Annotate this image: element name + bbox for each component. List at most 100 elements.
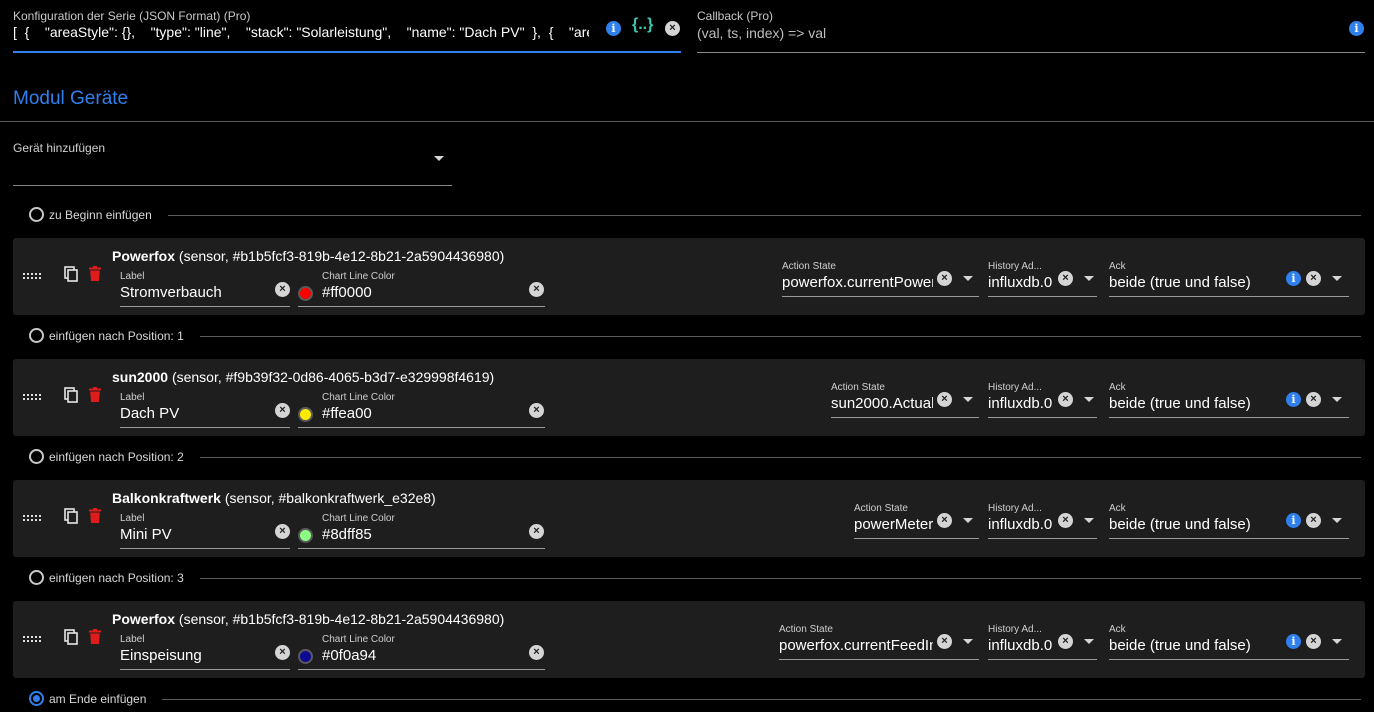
position-option[interactable]: einfügen nach Position: 2	[29, 449, 1361, 465]
position-option[interactable]: einfügen nach Position: 3	[29, 570, 1361, 586]
ack-clear-icon[interactable]: ×	[1306, 271, 1321, 286]
color-swatch[interactable]	[298, 407, 313, 422]
ack-clear-icon[interactable]: ×	[1306, 634, 1321, 649]
history-chevron-down-icon[interactable]	[1084, 518, 1094, 523]
config-info-icon[interactable]: i	[606, 21, 621, 36]
label-field[interactable]: Label Dach PV	[120, 392, 290, 428]
config-clear-icon[interactable]: ×	[665, 21, 680, 36]
position-radio[interactable]	[29, 207, 44, 222]
color-input[interactable]: #ff0000	[322, 284, 372, 301]
label-field[interactable]: Label Einspeisung	[120, 634, 290, 670]
label-clear-icon[interactable]: ×	[275, 524, 290, 539]
color-field[interactable]: Chart Line Color #0f0a94	[298, 634, 545, 670]
color-input[interactable]: #ffea00	[322, 405, 372, 422]
color-clear-icon[interactable]: ×	[529, 645, 544, 660]
color-input[interactable]: #0f0a94	[322, 647, 376, 664]
ack-clear-icon[interactable]: ×	[1306, 513, 1321, 528]
ack-chevron-down-icon[interactable]	[1332, 518, 1342, 523]
position-radio[interactable]	[29, 570, 44, 585]
ack-info-icon[interactable]: i	[1286, 634, 1301, 649]
action-state-clear-icon[interactable]: ×	[937, 392, 952, 407]
history-select[interactable]: influxdb.0	[988, 516, 1054, 533]
label-input[interactable]: Stromverbauch	[120, 284, 270, 301]
color-swatch[interactable]	[298, 286, 313, 301]
action-state-select[interactable]: sun2000.Actual	[831, 395, 933, 412]
position-option[interactable]: einfügen nach Position: 1	[29, 328, 1361, 344]
ack-clear-icon[interactable]: ×	[1306, 392, 1321, 407]
action-state-clear-icon[interactable]: ×	[937, 513, 952, 528]
ack-chevron-down-icon[interactable]	[1332, 276, 1342, 281]
action-state-chevron-down-icon[interactable]	[963, 276, 973, 281]
json-format-icon[interactable]: {..}	[632, 16, 653, 34]
delete-icon[interactable]	[89, 629, 101, 644]
copy-icon[interactable]	[64, 387, 78, 403]
drag-handle-icon[interactable]	[23, 273, 41, 279]
label-input[interactable]: Mini PV	[120, 526, 270, 543]
label-input[interactable]: Dach PV	[120, 405, 270, 422]
action-state-select[interactable]: powerfox.currentPower	[782, 274, 933, 291]
color-clear-icon[interactable]: ×	[529, 524, 544, 539]
label-field[interactable]: Label Mini PV	[120, 513, 290, 549]
callback-input[interactable]: (val, ts, index) => val	[697, 25, 826, 41]
ack-info-icon[interactable]: i	[1286, 271, 1301, 286]
ack-info-icon[interactable]: i	[1286, 392, 1301, 407]
history-field[interactable]: History Ad... influxdb.0	[988, 261, 1097, 297]
ack-select[interactable]: beide (true und false)	[1109, 395, 1279, 412]
action-state-chevron-down-icon[interactable]	[963, 639, 973, 644]
label-field[interactable]: Label Stromverbauch	[120, 271, 290, 307]
add-device-chevron-down-icon[interactable]	[434, 156, 444, 161]
action-state-chevron-down-icon[interactable]	[963, 518, 973, 523]
history-field[interactable]: History Ad... influxdb.0	[988, 624, 1097, 660]
position-radio[interactable]	[29, 449, 44, 464]
ack-select[interactable]: beide (true und false)	[1109, 274, 1279, 291]
add-device-select[interactable]	[13, 150, 452, 186]
action-state-clear-icon[interactable]: ×	[937, 271, 952, 286]
history-clear-icon[interactable]: ×	[1058, 392, 1073, 407]
copy-icon[interactable]	[64, 508, 78, 524]
delete-icon[interactable]	[89, 387, 101, 402]
color-field[interactable]: Chart Line Color #ffea00	[298, 392, 545, 428]
drag-handle-icon[interactable]	[23, 515, 41, 521]
history-clear-icon[interactable]: ×	[1058, 513, 1073, 528]
ack-chevron-down-icon[interactable]	[1332, 639, 1342, 644]
drag-handle-icon[interactable]	[23, 636, 41, 642]
color-field[interactable]: Chart Line Color #8dff85	[298, 513, 545, 549]
action-state-chevron-down-icon[interactable]	[963, 397, 973, 402]
label-clear-icon[interactable]: ×	[275, 403, 290, 418]
position-radio[interactable]	[29, 691, 44, 706]
action-state-select[interactable]: powerMeter	[854, 516, 933, 533]
history-chevron-down-icon[interactable]	[1084, 639, 1094, 644]
history-chevron-down-icon[interactable]	[1084, 397, 1094, 402]
ack-chevron-down-icon[interactable]	[1332, 397, 1342, 402]
history-clear-icon[interactable]: ×	[1058, 634, 1073, 649]
label-clear-icon[interactable]: ×	[275, 645, 290, 660]
delete-icon[interactable]	[89, 508, 101, 523]
callback-info-icon[interactable]: i	[1349, 21, 1364, 36]
color-clear-icon[interactable]: ×	[529, 403, 544, 418]
history-field[interactable]: History Ad... influxdb.0	[988, 503, 1097, 539]
color-swatch[interactable]	[298, 649, 313, 664]
color-input[interactable]: #8dff85	[322, 526, 372, 543]
history-clear-icon[interactable]: ×	[1058, 271, 1073, 286]
action-state-select[interactable]: powerfox.currentFeedIn	[779, 637, 933, 654]
history-chevron-down-icon[interactable]	[1084, 276, 1094, 281]
label-input[interactable]: Einspeisung	[120, 647, 270, 664]
history-select[interactable]: influxdb.0	[988, 637, 1054, 654]
ack-select[interactable]: beide (true und false)	[1109, 516, 1279, 533]
action-state-field[interactable]: Action State powerMeter	[854, 503, 979, 539]
label-clear-icon[interactable]: ×	[275, 282, 290, 297]
action-state-field[interactable]: Action State sun2000.Actual	[831, 382, 979, 418]
color-field[interactable]: Chart Line Color #ff0000	[298, 271, 545, 307]
config-input[interactable]: [ { "areaStyle": {}, "type": "line", "st…	[13, 24, 589, 44]
copy-icon[interactable]	[64, 266, 78, 282]
position-option[interactable]: am Ende einfügen	[29, 691, 1361, 707]
action-state-clear-icon[interactable]: ×	[937, 634, 952, 649]
position-radio[interactable]	[29, 328, 44, 343]
history-select[interactable]: influxdb.0	[988, 395, 1054, 412]
drag-handle-icon[interactable]	[23, 394, 41, 400]
copy-icon[interactable]	[64, 629, 78, 645]
position-option[interactable]: zu Beginn einfügen	[29, 207, 1361, 223]
color-clear-icon[interactable]: ×	[529, 282, 544, 297]
history-field[interactable]: History Ad... influxdb.0	[988, 382, 1097, 418]
delete-icon[interactable]	[89, 266, 101, 281]
